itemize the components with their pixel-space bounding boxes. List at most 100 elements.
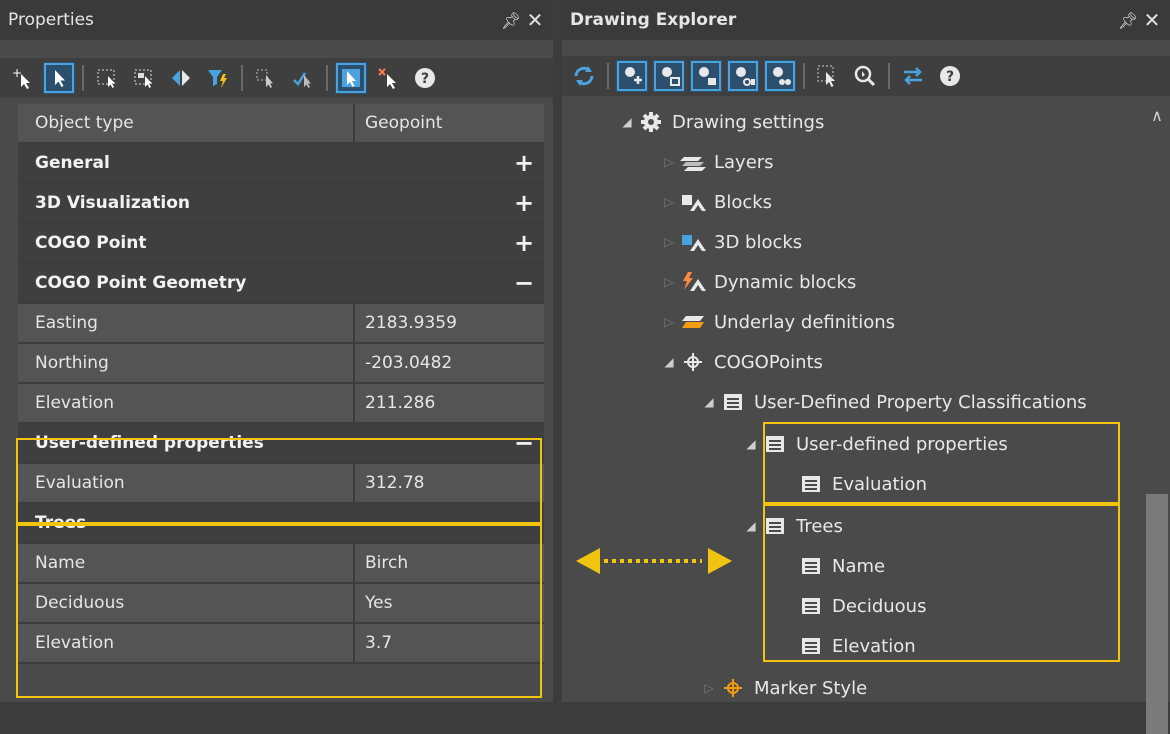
- collapse-icon[interactable]: −: [504, 509, 544, 537]
- expand-icon[interactable]: +: [504, 149, 544, 177]
- category-3d-visualization[interactable]: 3D Visualization +: [18, 184, 544, 224]
- quick-select-icon[interactable]: [287, 62, 319, 94]
- northing-row[interactable]: Northing -203.0482: [18, 344, 544, 384]
- category-trees[interactable]: Trees −: [18, 504, 544, 544]
- pin-icon[interactable]: 📌︎: [1116, 11, 1140, 30]
- property-key: Elevation: [18, 384, 355, 422]
- tree-node-cogopoints[interactable]: ◢ COGOPoints: [660, 342, 823, 382]
- list-icon: [718, 390, 748, 414]
- svg-text:?: ?: [421, 71, 429, 87]
- close-icon[interactable]: ✕: [523, 8, 547, 32]
- tree-node-deciduous[interactable]: ◢ Deciduous: [778, 586, 926, 626]
- tree-node-user-defined-properties[interactable]: ◢ User-defined properties: [742, 424, 1007, 464]
- add-to-selection-icon[interactable]: +: [6, 62, 38, 94]
- select-icon[interactable]: [43, 62, 75, 94]
- tree-label: Evaluation: [832, 473, 927, 495]
- select-in-drawing-icon[interactable]: [812, 60, 844, 92]
- deciduous-row[interactable]: Deciduous Yes: [18, 584, 544, 624]
- property-value[interactable]: 2183.9359: [355, 304, 544, 342]
- object-type-row[interactable]: Object type Geopoint: [18, 104, 544, 144]
- properties-toolbar: + ?: [0, 58, 553, 98]
- tree-node-evaluation[interactable]: ◢ Evaluation: [778, 464, 927, 504]
- select-similar-icon[interactable]: [250, 62, 282, 94]
- manage-item-icon[interactable]: [764, 60, 796, 92]
- expanded-arrow-icon[interactable]: ◢: [742, 519, 760, 533]
- property-value[interactable]: 3.7: [355, 624, 544, 662]
- toolbar-separator: [82, 65, 84, 91]
- deselect-icon[interactable]: [372, 62, 404, 94]
- name-row[interactable]: Name Birch: [18, 544, 544, 584]
- collapsed-arrow-icon[interactable]: ▷: [660, 155, 678, 169]
- category-label: User-defined properties: [35, 433, 264, 453]
- evaluation-row[interactable]: Evaluation 312.78: [18, 464, 544, 504]
- add-sibling-icon[interactable]: [690, 60, 722, 92]
- link-item-icon[interactable]: [727, 60, 759, 92]
- category-cogo-point-geometry[interactable]: COGO Point Geometry −: [18, 264, 544, 304]
- tree-node-name[interactable]: ◢ Name: [778, 546, 885, 586]
- collapsed-arrow-icon[interactable]: ▷: [660, 235, 678, 249]
- expanded-arrow-icon[interactable]: ◢: [700, 395, 718, 409]
- refresh-icon[interactable]: [568, 60, 600, 92]
- easting-row[interactable]: Easting 2183.9359: [18, 304, 544, 344]
- help-icon[interactable]: ?: [934, 60, 966, 92]
- collapse-icon[interactable]: −: [504, 269, 544, 297]
- tree-label: COGOPoints: [714, 351, 823, 373]
- add-child-icon[interactable]: [653, 60, 685, 92]
- collapsed-arrow-icon[interactable]: ▷: [700, 681, 718, 695]
- scroll-up-icon[interactable]: ∧: [1144, 106, 1170, 125]
- property-value[interactable]: 211.286: [355, 384, 544, 422]
- toolbar-separator: [803, 63, 805, 89]
- property-value[interactable]: -203.0482: [355, 344, 544, 382]
- tree-node-udp-classifications[interactable]: ◢ User-Defined Property Classifications: [700, 382, 1086, 422]
- tree-label: Blocks: [714, 191, 773, 213]
- expand-icon[interactable]: +: [504, 189, 544, 217]
- pin-icon[interactable]: 📌︎: [499, 11, 523, 30]
- add-item-icon[interactable]: [616, 60, 648, 92]
- elevation-row[interactable]: Elevation 211.286: [18, 384, 544, 424]
- explorer-scrollbar[interactable]: ∧: [1144, 102, 1170, 734]
- tree-node-trees[interactable]: ◢ Trees: [742, 506, 843, 546]
- category-cogo-point[interactable]: COGO Point +: [18, 224, 544, 264]
- property-key: Easting: [18, 304, 355, 342]
- toolbar-separator: [241, 65, 243, 91]
- category-user-defined-properties[interactable]: User-defined properties −: [18, 424, 544, 464]
- blocks-icon: [678, 190, 708, 214]
- tree-node-dynamic-blocks[interactable]: ▷ Dynamic blocks: [660, 262, 856, 302]
- tree-node-3d-blocks[interactable]: ▷ 3D blocks: [660, 222, 802, 262]
- property-key: Elevation: [18, 624, 355, 662]
- sync-icon[interactable]: [897, 60, 929, 92]
- expanded-arrow-icon[interactable]: ◢: [742, 437, 760, 451]
- collapse-icon[interactable]: −: [504, 429, 544, 457]
- tree-node-underlay-definitions[interactable]: ▷ Underlay definitions: [660, 302, 895, 342]
- tree-node-blocks[interactable]: ▷ Blocks: [660, 182, 772, 222]
- expand-icon[interactable]: +: [504, 229, 544, 257]
- explorer-title: Drawing Explorer: [570, 10, 737, 30]
- crossing-select-icon[interactable]: [128, 62, 160, 94]
- tree-node-drawing-settings[interactable]: ◢ Drawing settings: [618, 102, 824, 142]
- property-value[interactable]: Birch: [355, 544, 544, 582]
- property-value[interactable]: Yes: [355, 584, 544, 622]
- tree-node-layers[interactable]: ▷ Layers: [660, 142, 773, 182]
- close-icon[interactable]: ✕: [1140, 8, 1164, 32]
- help-icon[interactable]: ?: [409, 62, 441, 94]
- zoom-icon[interactable]: [849, 60, 881, 92]
- expanded-arrow-icon[interactable]: ◢: [660, 355, 678, 369]
- property-value[interactable]: Geopoint: [355, 104, 544, 142]
- filter-icon[interactable]: [202, 62, 234, 94]
- tree-node-marker-style[interactable]: ▷ Marker Style: [700, 668, 867, 702]
- tree-elevation-row[interactable]: Elevation 3.7: [18, 624, 544, 664]
- scrollbar-thumb[interactable]: [1146, 494, 1168, 734]
- collapsed-arrow-icon[interactable]: ▷: [660, 275, 678, 289]
- property-key: Deciduous: [18, 584, 355, 622]
- window-select-icon[interactable]: [91, 62, 123, 94]
- property-key: Name: [18, 544, 355, 582]
- collapsed-arrow-icon[interactable]: ▷: [660, 315, 678, 329]
- pickadd-icon[interactable]: [335, 62, 367, 94]
- collapsed-arrow-icon[interactable]: ▷: [660, 195, 678, 209]
- tree-node-elevation[interactable]: ◢ Elevation: [778, 626, 916, 666]
- expanded-arrow-icon[interactable]: ◢: [618, 115, 636, 129]
- invert-selection-icon[interactable]: [165, 62, 197, 94]
- category-general[interactable]: General +: [18, 144, 544, 184]
- property-value[interactable]: 312.78: [355, 464, 544, 502]
- tree-label: Dynamic blocks: [714, 271, 857, 293]
